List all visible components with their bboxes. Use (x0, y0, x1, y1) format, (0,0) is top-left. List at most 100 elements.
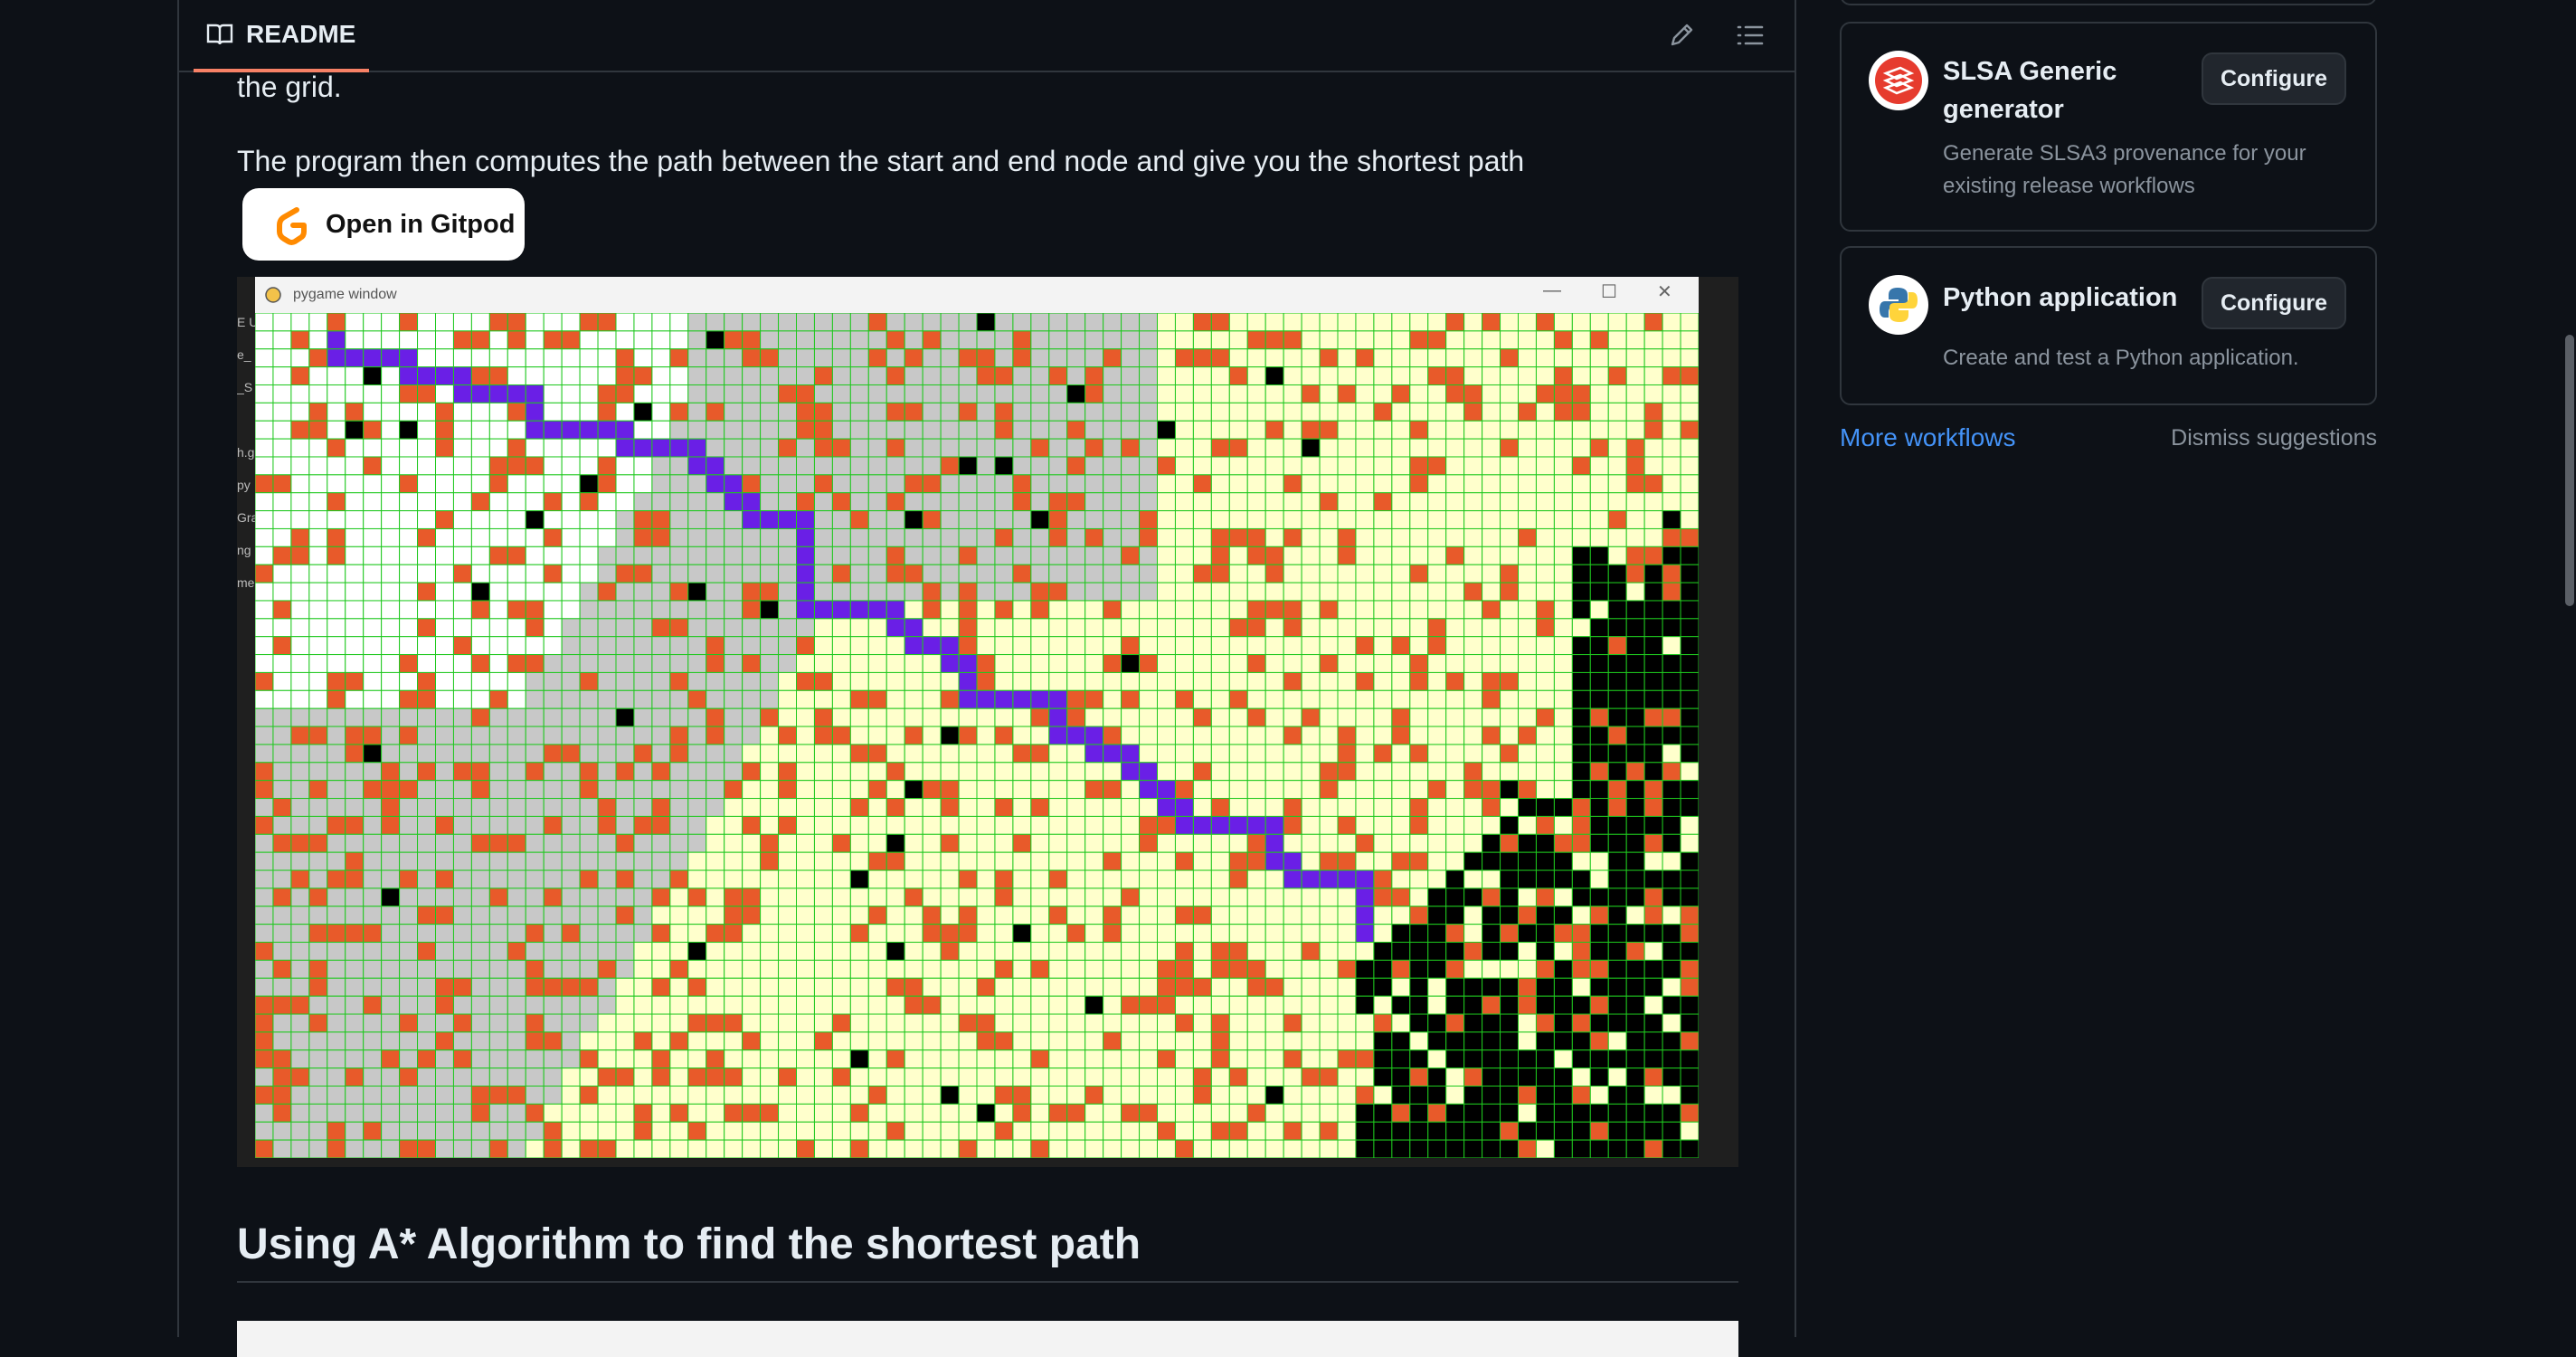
path-cell[interactable] (706, 456, 725, 476)
grid-cell[interactable] (308, 474, 328, 494)
grid-cell[interactable] (687, 744, 707, 764)
grid-cell[interactable] (1445, 689, 1465, 709)
grid-cell[interactable] (1301, 726, 1321, 745)
grid-cell[interactable] (958, 707, 978, 727)
grid-cell[interactable] (1066, 564, 1086, 584)
grid-cell[interactable] (940, 942, 960, 961)
grid-cell[interactable] (417, 995, 437, 1015)
grid-cell[interactable] (958, 1121, 978, 1141)
grid-cell[interactable] (1535, 330, 1555, 350)
grid-cell[interactable] (778, 707, 797, 727)
grid-cell[interactable] (1553, 780, 1573, 800)
grid-cell[interactable] (1463, 456, 1483, 476)
grid-cell[interactable] (849, 995, 869, 1015)
grid-cell[interactable] (290, 313, 310, 332)
grid-cell[interactable] (1048, 402, 1068, 422)
grid-cell[interactable] (1373, 744, 1393, 764)
grid-cell[interactable] (470, 942, 490, 961)
grid-cell[interactable] (706, 636, 725, 656)
grid-cell[interactable] (1427, 438, 1447, 458)
grid-cell[interactable] (976, 671, 996, 691)
grid-cell[interactable] (1174, 348, 1194, 368)
grid-cell[interactable] (255, 492, 274, 512)
grid-cell[interactable] (904, 438, 923, 458)
grid-cell[interactable] (724, 1103, 743, 1123)
grid-cell[interactable] (1157, 815, 1176, 835)
grid-cell[interactable] (597, 1049, 617, 1069)
grid-cell[interactable] (1518, 384, 1537, 403)
maximize-icon[interactable]: ☐ (1601, 280, 1617, 303)
grid-cell[interactable] (308, 492, 328, 512)
grid-cell[interactable] (778, 906, 797, 925)
grid-cell[interactable] (1427, 1121, 1447, 1141)
grid-cell[interactable] (1535, 707, 1555, 727)
grid-cell[interactable] (272, 330, 292, 350)
grid-cell[interactable] (958, 348, 978, 368)
grid-cell[interactable] (1012, 671, 1032, 691)
grid-cell[interactable] (507, 689, 526, 709)
grid-cell[interactable] (813, 851, 833, 871)
grid-cell[interactable] (1535, 456, 1555, 476)
grid-cell[interactable] (1482, 420, 1501, 440)
grid-cell[interactable] (272, 959, 292, 979)
grid-cell[interactable] (1121, 348, 1141, 368)
grid-cell[interactable] (669, 1086, 689, 1105)
grid-cell[interactable] (1121, 815, 1141, 835)
grid-cell[interactable] (1301, 1013, 1321, 1033)
grid-cell[interactable] (507, 815, 526, 835)
grid-cell[interactable] (381, 492, 401, 512)
grid-cell[interactable] (1589, 689, 1609, 709)
grid-cell[interactable] (1553, 833, 1573, 853)
grid-cell[interactable] (958, 330, 978, 350)
grid-cell[interactable] (1607, 330, 1627, 350)
grid-cell[interactable] (255, 456, 274, 476)
grid-cell[interactable] (778, 420, 797, 440)
grid-cell[interactable] (1283, 366, 1302, 385)
grid-cell[interactable] (633, 527, 653, 547)
grid-cell[interactable] (1264, 492, 1284, 512)
grid-cell[interactable] (976, 762, 996, 782)
grid-cell[interactable] (452, 510, 472, 529)
grid-cell[interactable] (579, 995, 599, 1015)
grid-cell[interactable] (796, 959, 815, 979)
grid-cell[interactable] (597, 959, 617, 979)
grid-cell[interactable] (1121, 1086, 1141, 1105)
grid-cell[interactable] (849, 1139, 869, 1158)
grid-cell[interactable] (543, 546, 563, 565)
grid-cell[interactable] (597, 1031, 617, 1051)
grid-cell[interactable] (1264, 348, 1284, 368)
grid-cell[interactable] (922, 1031, 942, 1051)
grid-cell[interactable] (525, 1086, 545, 1105)
grid-cell[interactable] (1445, 384, 1465, 403)
grid-cell[interactable] (308, 959, 328, 979)
grid-cell[interactable] (272, 510, 292, 529)
path-cell[interactable] (1355, 887, 1375, 907)
grid-cell[interactable] (1337, 564, 1357, 584)
grid-cell[interactable] (1030, 959, 1050, 979)
grid-cell[interactable] (363, 492, 383, 512)
grid-cell[interactable] (669, 1068, 689, 1087)
grid-cell[interactable] (687, 384, 707, 403)
grid-cell[interactable] (958, 420, 978, 440)
grid-cell[interactable] (1210, 492, 1230, 512)
grid-cell[interactable] (976, 402, 996, 422)
grid-cell[interactable] (669, 1049, 689, 1069)
grid-cell[interactable] (1139, 420, 1158, 440)
grid-cell[interactable] (1355, 546, 1375, 565)
grid-cell[interactable] (1518, 1103, 1537, 1123)
grid-cell[interactable] (525, 474, 545, 494)
grid-cell[interactable] (255, 887, 274, 907)
grid-cell[interactable] (1121, 798, 1141, 817)
grid-cell[interactable] (706, 671, 725, 691)
grid-cell[interactable] (633, 959, 653, 979)
grid-cell[interactable] (1518, 671, 1537, 691)
grid-cell[interactable] (1174, 1086, 1194, 1105)
grid-cell[interactable] (597, 313, 617, 332)
grid-cell[interactable] (651, 671, 671, 691)
grid-cell[interactable] (633, 1049, 653, 1069)
grid-cell[interactable] (1012, 798, 1032, 817)
grid-cell[interactable] (255, 654, 274, 673)
grid-cell[interactable] (922, 654, 942, 673)
grid-cell[interactable] (1301, 1031, 1321, 1051)
grid-cell[interactable] (435, 384, 454, 403)
